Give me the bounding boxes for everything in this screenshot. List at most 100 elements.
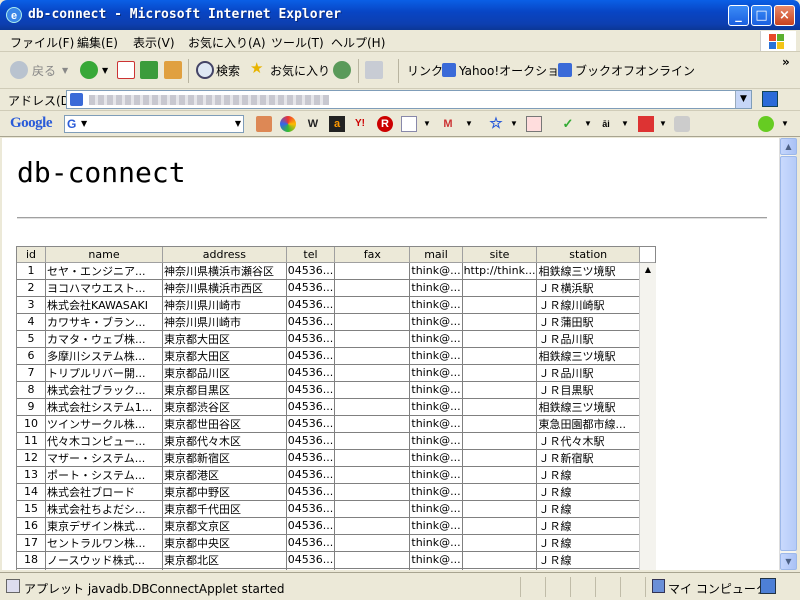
- data-table[interactable]: id name address tel fax mail site statio…: [17, 247, 655, 570]
- menu-view[interactable]: 表示(V): [133, 34, 175, 51]
- cell-mail[interactable]: think@...: [409, 568, 463, 570]
- cell-name[interactable]: 株式会社ブロード: [45, 483, 163, 501]
- cell-tel[interactable]: 04536...: [286, 517, 336, 535]
- cell-mail[interactable]: think@...: [409, 398, 463, 416]
- translate-icon[interactable]: āi: [598, 116, 614, 132]
- bookmark-dropdown-icon[interactable]: ▼: [506, 116, 522, 132]
- cell-mail[interactable]: think@...: [409, 534, 463, 552]
- cell-site[interactable]: [462, 500, 538, 518]
- cell-address[interactable]: 神奈川県川崎市: [162, 313, 287, 331]
- menu-help[interactable]: ヘルプ(H): [331, 34, 385, 51]
- cell-address[interactable]: 東京都新宿区: [162, 449, 287, 467]
- cell-mail[interactable]: think@...: [409, 415, 463, 433]
- google-search-dropdown-icon[interactable]: ▼: [235, 119, 241, 128]
- amazon-icon[interactable]: a: [329, 116, 345, 132]
- cell-tel[interactable]: 04536...: [286, 466, 336, 484]
- cell-address[interactable]: 神奈川県川崎市: [162, 296, 287, 314]
- calendar-dropdown-icon[interactable]: ▼: [419, 116, 435, 132]
- search-button[interactable]: 検索: [216, 62, 240, 79]
- cell-mail[interactable]: think@...: [409, 381, 463, 399]
- cell-fax[interactable]: [334, 568, 411, 570]
- cell-mail[interactable]: think@...: [409, 364, 463, 382]
- cell-tel[interactable]: 04536...: [286, 483, 336, 501]
- table-row[interactable]: 6 多摩川システム株... 東京都大田区 04536... think@... 相鉄線三ツ…: [17, 347, 655, 365]
- cell-station[interactable]: ＪＲ横浜駅: [536, 279, 640, 297]
- pagerank-icon[interactable]: [758, 116, 774, 132]
- cell-id[interactable]: 18: [17, 551, 47, 569]
- cell-site[interactable]: [462, 296, 538, 314]
- table-row[interactable]: 12 マザー・システム... 東京都新宿区 04536... think@... ＪＲ新宿…: [17, 449, 655, 467]
- cell-name[interactable]: 株式会社ブラック...: [45, 381, 163, 399]
- back-dropdown-icon[interactable]: ▼: [62, 66, 68, 75]
- cell-site[interactable]: [462, 398, 538, 416]
- cell-name[interactable]: ヨコハマウエスト...: [45, 279, 163, 297]
- cell-station[interactable]: ＪＲ品川駅: [536, 330, 640, 348]
- cell-id[interactable]: 17: [17, 534, 47, 552]
- yahoo-icon[interactable]: Y!: [352, 116, 368, 132]
- google-engine-dropdown-icon[interactable]: ▼: [81, 119, 87, 128]
- cell-id[interactable]: 4: [17, 313, 47, 331]
- cell-name[interactable]: 株式会社ちよだシ...: [45, 500, 163, 518]
- cell-fax[interactable]: [334, 466, 411, 484]
- cell-fax[interactable]: [334, 432, 411, 450]
- cell-fax[interactable]: [334, 500, 411, 518]
- bookmark-star-icon[interactable]: ☆: [488, 116, 504, 132]
- cell-tel[interactable]: 04536...: [286, 296, 336, 314]
- cell-mail[interactable]: think@...: [409, 466, 463, 484]
- address-input[interactable]: ▼: [66, 90, 752, 109]
- spellcheck-icon[interactable]: ✓: [560, 116, 576, 132]
- cell-address[interactable]: 東京都港区: [162, 466, 287, 484]
- cell-address[interactable]: 東京都世田谷区: [162, 415, 287, 433]
- cell-site[interactable]: [462, 330, 538, 348]
- cell-name[interactable]: マザー・システム...: [45, 449, 163, 467]
- send-to-icon[interactable]: [638, 116, 654, 132]
- cell-fax[interactable]: [334, 347, 411, 365]
- table-row[interactable]: 17 セントラルワン株... 東京都中央区 04536... think@... ＪＲ線: [17, 534, 655, 552]
- scroll-thumb[interactable]: [780, 156, 797, 551]
- cell-site[interactable]: [462, 313, 538, 331]
- favorites-star-icon[interactable]: ★: [250, 59, 263, 77]
- cell-name[interactable]: ツインサークル株...: [45, 415, 163, 433]
- cell-tel[interactable]: 04536...: [286, 449, 336, 467]
- cell-name[interactable]: セントラルワン株...: [45, 534, 163, 552]
- cell-station[interactable]: ＪＲ線川崎駅: [536, 296, 640, 314]
- cell-station[interactable]: ＪＲ線: [536, 466, 640, 484]
- cell-address[interactable]: 東京都代々木区: [162, 432, 287, 450]
- cell-fax[interactable]: [334, 381, 411, 399]
- cell-site[interactable]: [462, 347, 538, 365]
- cell-station[interactable]: ＪＲ蒲田駅: [536, 313, 640, 331]
- cell-name[interactable]: 東京デザイン株式...: [45, 517, 163, 535]
- resize-grip-icon[interactable]: [760, 578, 776, 594]
- cell-address[interactable]: 東京都北区: [162, 551, 287, 569]
- cell-tel[interactable]: 04536...: [286, 534, 336, 552]
- cell-id[interactable]: 12: [17, 449, 47, 467]
- cell-mail[interactable]: think@...: [409, 449, 463, 467]
- cell-id[interactable]: 1: [17, 262, 47, 280]
- cell-station[interactable]: ＪＲ線: [536, 534, 640, 552]
- table-row[interactable]: 8 株式会社ブラック... 東京都目黒区 04536... think@... ＪＲ目黒駅: [17, 381, 655, 399]
- cell-fax[interactable]: [334, 364, 411, 382]
- column-header-station[interactable]: station: [536, 247, 640, 263]
- cell-tel[interactable]: 04536...: [286, 415, 336, 433]
- wikipedia-icon[interactable]: W: [305, 116, 321, 132]
- cell-site[interactable]: [462, 568, 538, 570]
- cell-address[interactable]: 東京都中央区: [162, 534, 287, 552]
- cell-station[interactable]: 相鉄線三ツ境駅: [536, 347, 640, 365]
- cell-name[interactable]: カマタ・ウェブ株...: [45, 330, 163, 348]
- menu-tools[interactable]: ツール(T): [271, 34, 324, 51]
- cell-tel[interactable]: 04536...: [286, 262, 336, 280]
- cell-id[interactable]: 6: [17, 347, 47, 365]
- table-row[interactable]: 4 カワサキ・ブラン... 神奈川県川崎市 04536... think@... ＪＲ蒲田…: [17, 313, 655, 331]
- table-row[interactable]: 16 東京デザイン株式... 東京都文京区 04536... think@... ＪＲ線: [17, 517, 655, 535]
- calendar-icon[interactable]: [401, 116, 417, 132]
- cell-id[interactable]: 7: [17, 364, 47, 382]
- table-vertical-scrollbar[interactable]: ▲: [639, 263, 656, 570]
- forward-dropdown-icon[interactable]: ▼: [102, 66, 108, 75]
- cell-site[interactable]: [462, 381, 538, 399]
- cell-tel[interactable]: 04536...: [286, 432, 336, 450]
- cell-mail[interactable]: think@...: [409, 279, 463, 297]
- back-button[interactable]: 戻る: [32, 62, 56, 79]
- cell-address[interactable]: 東京都大田区: [162, 330, 287, 348]
- cell-name[interactable]: 株式会社システム1...: [45, 398, 163, 416]
- scroll-down-icon[interactable]: ▼: [780, 553, 797, 570]
